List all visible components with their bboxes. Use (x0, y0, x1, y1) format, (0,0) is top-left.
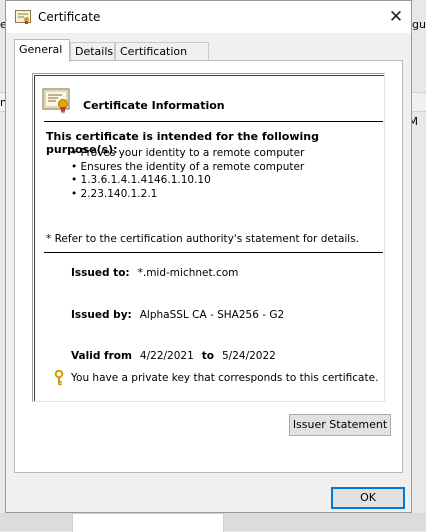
list-item: Proves your identity to a remote compute… (71, 147, 305, 161)
issued-by-row: Issued by: AlphaSSL CA - SHA256 - G2 (71, 309, 284, 321)
validity-row: Valid from 4/22/2021 to 5/24/2022 (71, 350, 276, 362)
tab-details[interactable]: Details (70, 42, 115, 60)
ok-button[interactable]: OK (331, 487, 405, 509)
certificate-dialog: Certificate ✕ General Details Certificat… (5, 0, 412, 513)
certificate-information-heading: Certificate Information (83, 99, 225, 112)
background-window-box (72, 513, 224, 532)
list-item: 1.3.6.1.4.1.4146.1.10.10 (71, 174, 304, 188)
issued-by-label: Issued by: (71, 309, 132, 321)
valid-from-label: Valid from (71, 350, 132, 362)
purpose-list: Proves your identity to a remote compute… (71, 147, 305, 202)
certificate-icon (15, 10, 31, 24)
divider (44, 252, 383, 253)
tab-certification-path[interactable]: Certification Path (115, 42, 209, 76)
issued-to-value: *.mid-michnet.com (137, 267, 239, 279)
general-tab-panel: Certificate Information This certificate… (14, 60, 403, 473)
issued-to-row: Issued to: *.mid-michnet.com (71, 267, 238, 279)
valid-to-label: to (201, 350, 214, 362)
title-bar: Certificate ✕ (6, 1, 411, 33)
tab-general[interactable]: General (14, 39, 70, 62)
window-title: Certificate (38, 10, 101, 24)
refer-note: * Refer to the certification authority's… (46, 233, 360, 245)
valid-to-value: 5/24/2022 (222, 350, 276, 362)
list-item: 2.23.140.1.2.1 (71, 188, 304, 202)
certificate-ribbon-icon (42, 88, 70, 114)
issued-by-value: AlphaSSL CA - SHA256 - G2 (139, 309, 285, 321)
valid-from-value: 4/22/2021 (139, 350, 194, 362)
private-key-note: You have a private key that corresponds … (71, 372, 379, 384)
certificate-info-box: Certificate Information This certificate… (32, 73, 385, 402)
key-icon (54, 370, 64, 386)
list-item: Ensures the identity of a remote compute… (71, 161, 305, 175)
close-icon[interactable]: ✕ (381, 1, 411, 33)
issuer-statement-button[interactable]: Issuer Statement (289, 414, 391, 436)
background-text-fragment: gu (412, 18, 426, 31)
divider (44, 121, 383, 122)
issued-to-label: Issued to: (71, 267, 130, 279)
